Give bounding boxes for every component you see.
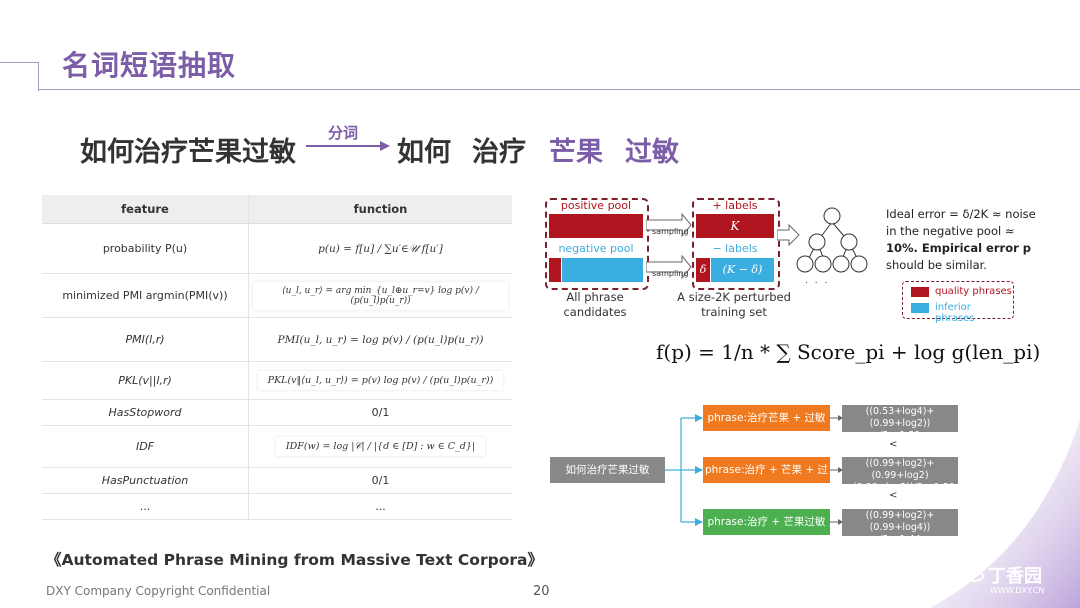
K-minus-delta-bar: (K − δ) bbox=[711, 258, 774, 282]
function-formula: PMI(u_l, u_r) = log p(v) / (p(u_l)p(u_r)… bbox=[277, 334, 484, 346]
table-row: HasStopword 0/1 bbox=[42, 399, 512, 426]
segment-token-1: 如何 bbox=[397, 137, 451, 168]
legend-quality-label: quality phrases bbox=[935, 286, 1012, 297]
feature-cell: ... bbox=[42, 493, 249, 520]
positive-pool-label: positive pool bbox=[560, 199, 632, 212]
negative-pool-bar bbox=[562, 258, 643, 282]
ideal-error-text: Ideal error = δ/2K ≈ noise in the negati… bbox=[886, 206, 1076, 274]
feature-cell: HasStopword bbox=[42, 399, 249, 426]
function-cell: 0/1 bbox=[248, 467, 512, 494]
header-feature: feature bbox=[42, 195, 249, 224]
table-row: PMI(l,r) PMI(u_l, u_r) = log p(v) / (p(u… bbox=[42, 317, 512, 362]
feature-cell: PMI(l,r) bbox=[42, 317, 249, 362]
legend-inferior-label: inferior phrases bbox=[935, 302, 975, 324]
dxy-flower-logo-icon bbox=[944, 556, 984, 582]
phrase-legend: quality phrases inferior phrases bbox=[902, 281, 1014, 324]
table-row: probability P(u) p(u) = f[u] / ∑u′∈𝒰 f[u… bbox=[42, 223, 512, 274]
pool-caption-line-1: All phrase bbox=[566, 290, 624, 304]
table-row: minimized PMI argmin(PMI(v)) ⟨u_l, u_r⟩ … bbox=[42, 273, 512, 318]
score-formula: f(p) = 1/n * ∑ Score_pi + log g(len_pi) bbox=[656, 340, 1041, 364]
positive-pool-bar bbox=[549, 214, 643, 238]
function-formula: ⟨u_l, u_r⟩ = arg min_{u_l⊕u_r=v} log p(v… bbox=[253, 281, 508, 310]
table-row: PKL(v||l,r) PKL(v‖⟨u_l, u_r⟩) = p(v) log… bbox=[42, 361, 512, 400]
legend-inferior-swatch bbox=[911, 303, 929, 313]
plus-labels: + labels bbox=[712, 199, 758, 212]
table-row: HasPunctuation 0/1 bbox=[42, 467, 512, 494]
pool-caption-line-2: candidates bbox=[563, 305, 627, 319]
sampling-label-2: sampling bbox=[652, 269, 689, 278]
tree-ellipsis: . . . bbox=[805, 276, 830, 286]
feature-table: feature function probability P(u) p(u) =… bbox=[42, 195, 512, 520]
less-than-2: < bbox=[889, 490, 898, 501]
dxy-logo-text: 丁香园 bbox=[988, 566, 1042, 587]
function-cell: PKL(v‖⟨u_l, u_r⟩) = p(v) log p(v) / (p(u… bbox=[248, 361, 512, 400]
slide-title: 名词短语抽取 bbox=[62, 49, 237, 82]
feature-cell: HasPunctuation bbox=[42, 467, 249, 494]
negative-pool-label: negative pool bbox=[558, 242, 634, 255]
footer-copyright: DXY Company Copyright Confidential bbox=[46, 584, 271, 598]
segmentation-option-3: phrase:治疗 + 芒果过敏 bbox=[703, 509, 830, 535]
table-header-row: feature function bbox=[42, 195, 512, 224]
title-bracket-decoration bbox=[0, 62, 39, 91]
function-formula: PKL(v‖⟨u_l, u_r⟩) = p(v) log p(v) / (p(u… bbox=[257, 371, 504, 390]
function-cell: ⟨u_l, u_r⟩ = arg min_{u_l⊕u_r=v} log p(v… bbox=[248, 273, 512, 318]
negative-pool-noise-bar bbox=[549, 258, 561, 282]
segment-token-4: 过敏 bbox=[625, 137, 679, 168]
delta-bar: δ bbox=[696, 258, 710, 282]
table-row: ... ... bbox=[42, 493, 512, 520]
feature-cell: minimized PMI argmin(PMI(v)) bbox=[42, 273, 249, 318]
segmentation-source: 如何治疗芒果过敏 bbox=[80, 137, 296, 168]
function-cell: IDF(w) = log |𝒞| / |{d ∈ [D] : w ∈ C_d}| bbox=[248, 425, 512, 468]
paper-reference: 《Automated Phrase Mining from Massive Te… bbox=[46, 551, 543, 569]
minus-labels: − labels bbox=[712, 242, 758, 255]
ideal-error-line-2: in the negative pool ≈ bbox=[886, 224, 1015, 238]
less-than-1: < bbox=[889, 439, 898, 450]
ideal-error-line-3: 10%. Empirical error p bbox=[886, 241, 1031, 255]
feature-cell: IDF bbox=[42, 425, 249, 468]
pool-caption: All phrase candidates bbox=[545, 290, 645, 320]
ideal-error-line-1: Ideal error = δ/2K ≈ noise bbox=[886, 207, 1036, 221]
training-set-caption: A size-2K perturbed training set bbox=[672, 290, 796, 320]
header-function: function bbox=[248, 195, 512, 224]
function-cell: p(u) = f[u] / ∑u′∈𝒰 f[u′] bbox=[248, 223, 512, 274]
segment-token-2: 治疗 bbox=[472, 137, 526, 168]
training-set-caption-line-2: training set bbox=[701, 305, 767, 319]
segmentation-option-2: phrase:治疗 + 芒果 + 过敏 bbox=[703, 457, 830, 502]
K-bar: K bbox=[696, 214, 774, 238]
flow-connector-lines bbox=[665, 414, 703, 526]
sampling-label-1: sampling bbox=[652, 227, 689, 236]
ideal-error-line-4: should be similar. bbox=[886, 258, 987, 272]
training-set-caption-line-1: A size-2K perturbed bbox=[677, 290, 791, 304]
function-cell: PMI(u_l, u_r) = log p(v) / (p(u_l)p(u_r)… bbox=[248, 317, 512, 362]
segmentation-option-1: phrase:治疗芒果 + 过敏 bbox=[703, 405, 830, 431]
feature-cell: probability P(u) bbox=[42, 223, 249, 274]
segmentation-arrow-icon bbox=[306, 141, 390, 151]
function-cell: ... bbox=[248, 493, 512, 520]
table-row: IDF IDF(w) = log |𝒞| / |{d ∈ [D] : w ∈ C… bbox=[42, 425, 512, 468]
segment-token-3: 芒果 bbox=[549, 137, 603, 168]
query-box: 如何治疗芒果过敏 bbox=[550, 457, 665, 483]
legend-quality-swatch bbox=[911, 287, 929, 297]
dxy-url: WWW.DXY.CN bbox=[990, 586, 1045, 595]
function-cell: 0/1 bbox=[248, 399, 512, 426]
page-number: 20 bbox=[533, 584, 550, 599]
feature-cell: PKL(v||l,r) bbox=[42, 361, 249, 400]
title-underline bbox=[38, 89, 1080, 90]
function-formula: p(u) = f[u] / ∑u′∈𝒰 f[u′] bbox=[318, 242, 443, 255]
function-formula: IDF(w) = log |𝒞| / |{d ∈ [D] : w ∈ C_d}| bbox=[275, 437, 486, 456]
